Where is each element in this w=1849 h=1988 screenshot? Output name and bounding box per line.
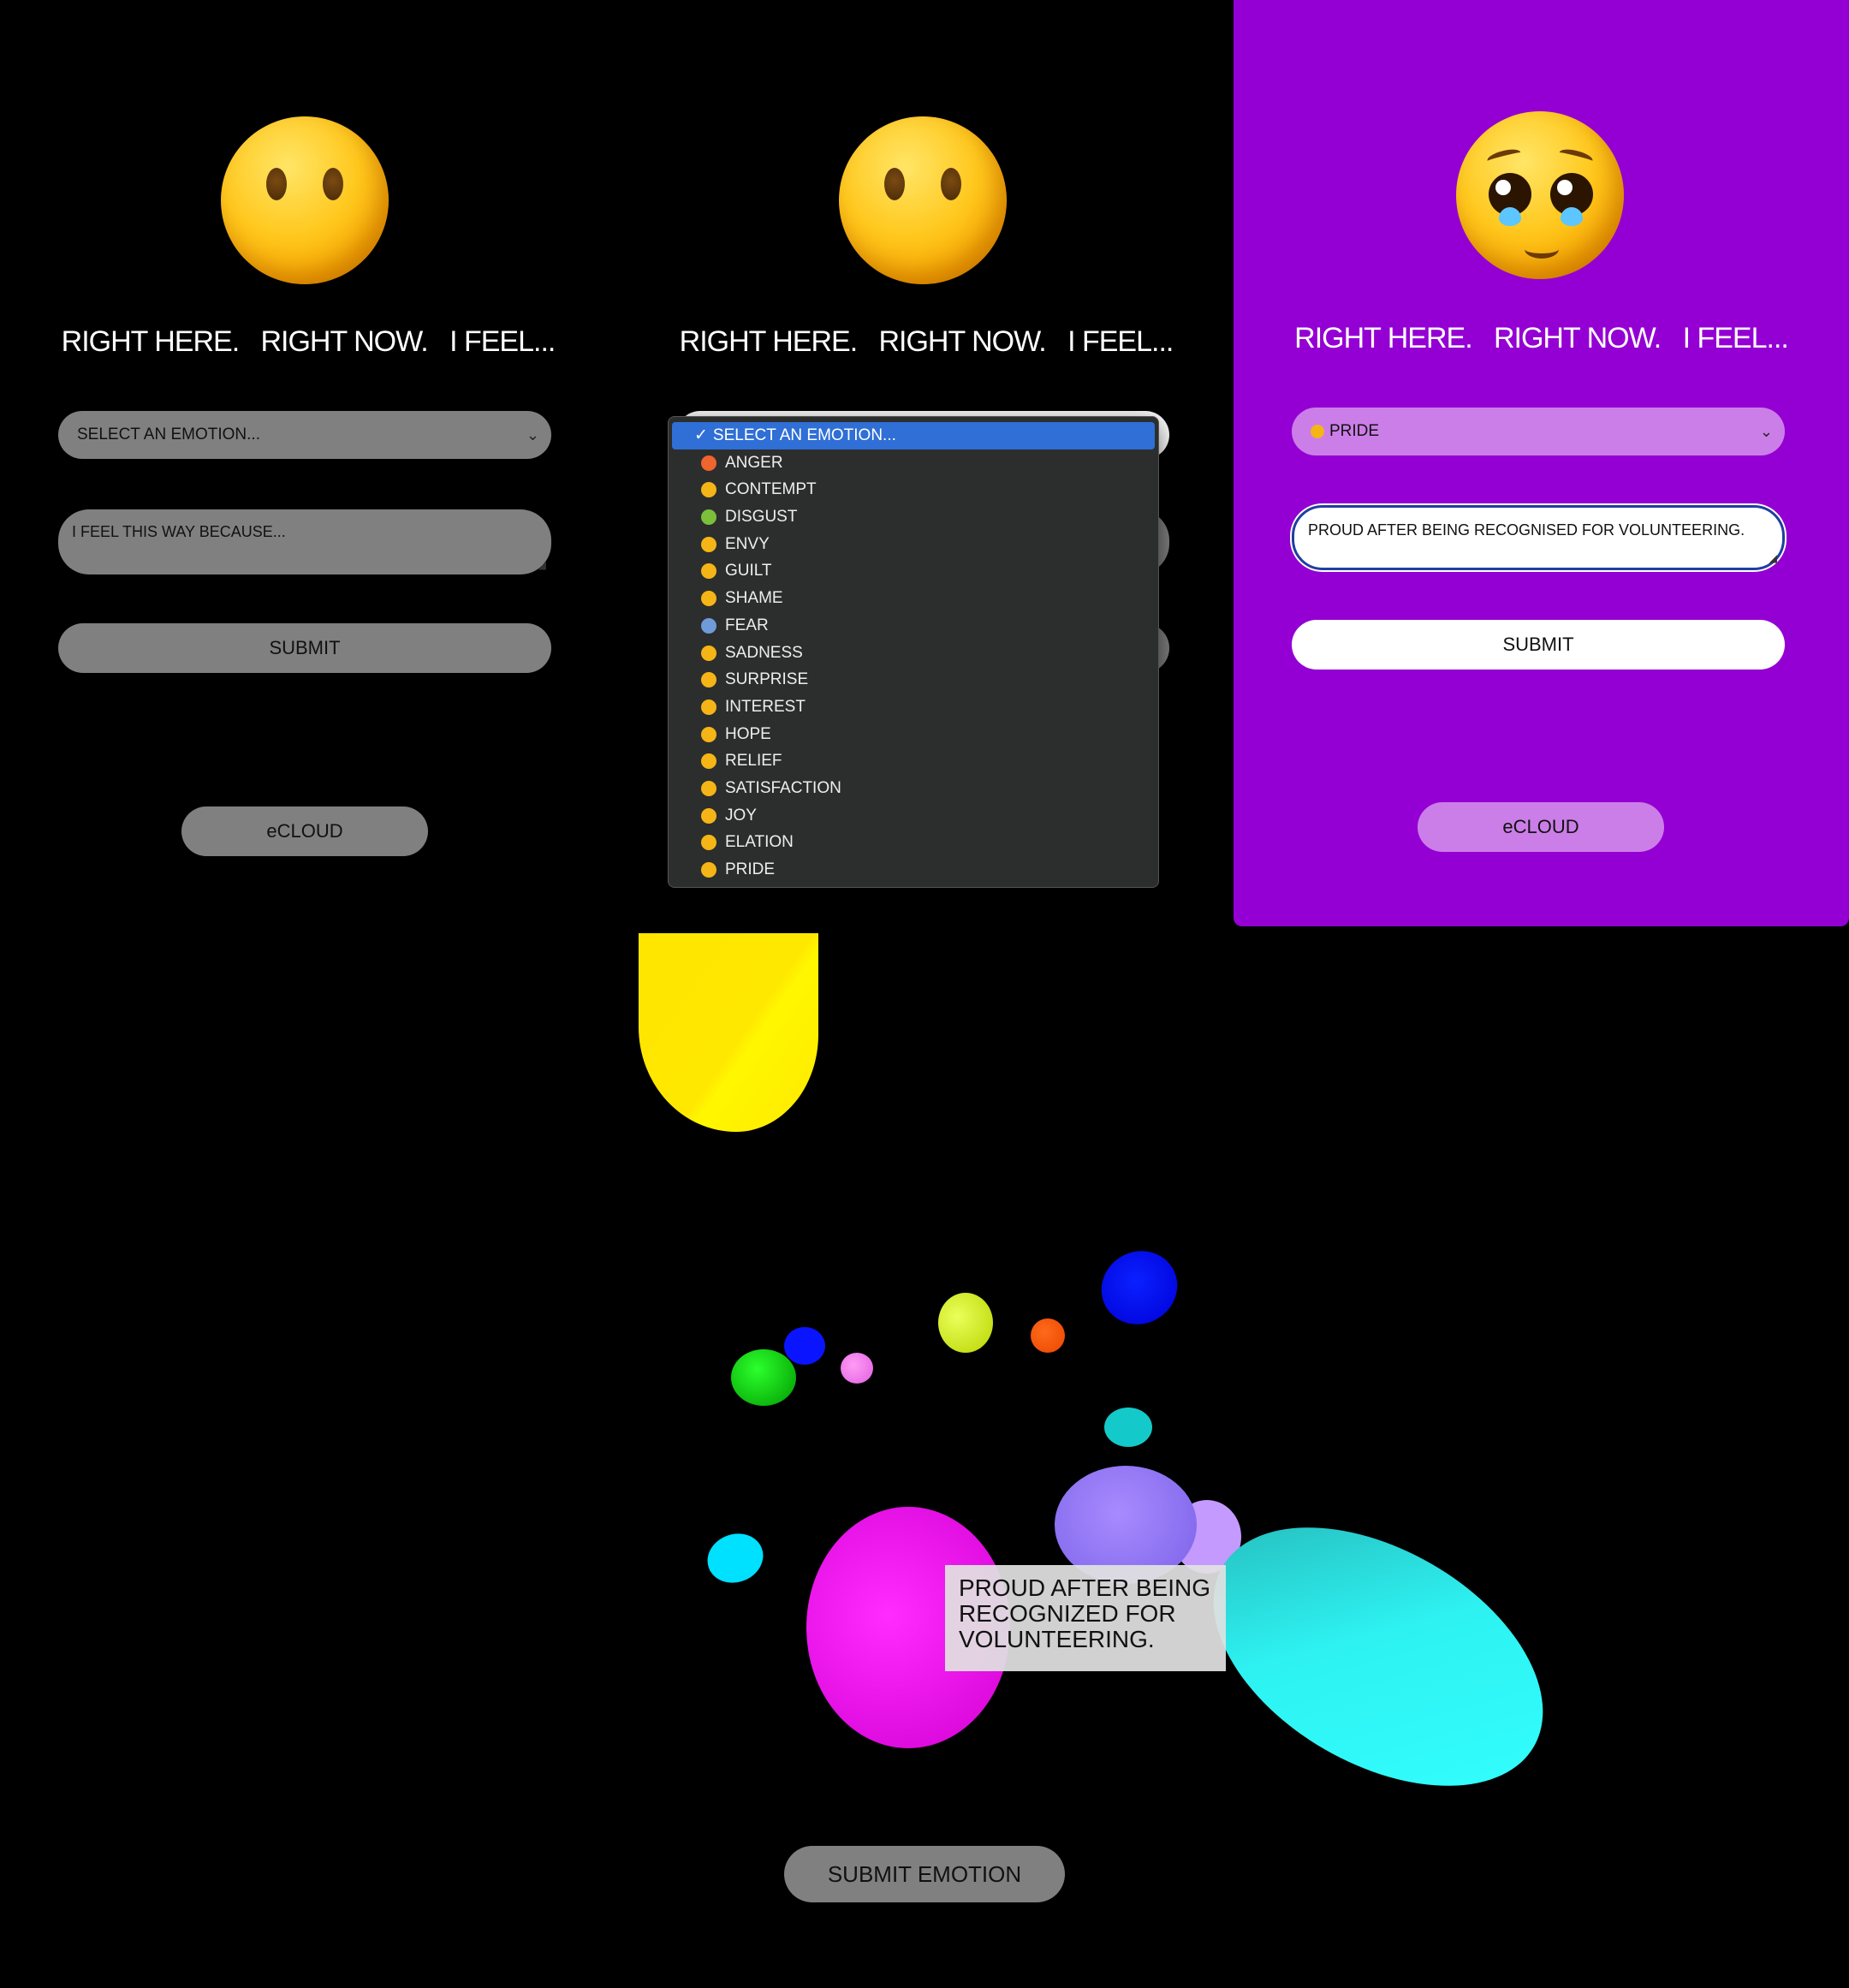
emotion-sphere-teal-small[interactable]: [1104, 1408, 1152, 1447]
flushed-face-icon: [701, 591, 716, 607]
reason-textarea[interactable]: I FEEL THIS WAY BECAUSE... ◢: [58, 509, 551, 574]
dropdown-option-interest[interactable]: INTEREST: [672, 693, 1155, 721]
eye-right: [941, 168, 961, 200]
emotion-sphere-orange[interactable]: [1031, 1318, 1065, 1353]
emotion-sphere-cyan-small[interactable]: [700, 1526, 770, 1591]
tear-left: [1499, 207, 1521, 226]
option-label: GUILT: [725, 562, 772, 580]
ecloud-button[interactable]: eCLOUD: [1418, 802, 1664, 852]
option-label: DISGUST: [725, 508, 798, 527]
emotion-select-placeholder: SELECT AN EMOTION...: [77, 426, 260, 443]
emotion-sphere-blue[interactable]: [1088, 1237, 1191, 1338]
option-label: ENVY: [725, 534, 770, 553]
dropdown-option-relief[interactable]: RELIEF: [672, 747, 1155, 775]
dropdown-option-shame[interactable]: SHAME: [672, 585, 1155, 612]
dropdown-option-envy[interactable]: ENVY: [672, 531, 1155, 558]
grimace-face-icon: [701, 536, 716, 552]
chevron-down-icon: ⌄: [526, 426, 539, 443]
brow-left: [1485, 146, 1523, 167]
dropdown-option-pride[interactable]: PRIDE: [672, 856, 1155, 884]
option-label: SHAME: [725, 589, 783, 608]
dropdown-option-disgust[interactable]: DISGUST: [672, 503, 1155, 531]
neutral-face-icon: [839, 116, 1007, 284]
submit-button[interactable]: SUBMIT: [58, 623, 551, 673]
page-heading: RIGHT HERE. RIGHT NOW. I FEEL...: [61, 325, 556, 358]
pleading-face-icon: [1456, 111, 1624, 279]
eye-left: [884, 168, 905, 200]
option-label: CONTEMPT: [725, 480, 817, 499]
dropdown-option-anger[interactable]: ANGER: [672, 449, 1155, 477]
resize-handle-icon[interactable]: ◢: [538, 559, 546, 571]
emotion-select[interactable]: PRIDE ⌄: [1292, 408, 1785, 455]
brow-right: [1557, 146, 1595, 167]
emotion-form-filled: RIGHT HERE. RIGHT NOW. I FEEL... PRIDE ⌄…: [1234, 0, 1849, 926]
emotion-sphere-yellow[interactable]: [639, 933, 818, 1132]
emotion-sphere-lime[interactable]: [938, 1293, 993, 1353]
tear-right: [1561, 207, 1583, 226]
emotion-sphere-pink[interactable]: [841, 1353, 873, 1384]
option-label: HOPE: [725, 724, 771, 743]
eye-right: [323, 168, 343, 200]
neutral-face-icon: [221, 116, 389, 284]
chevron-down-icon: ⌄: [1759, 423, 1773, 440]
thinking-face-icon: [701, 699, 716, 715]
angry-face-icon: [701, 455, 716, 471]
dropdown-option-guilt[interactable]: GUILT: [672, 557, 1155, 585]
option-label: RELIEF: [725, 752, 782, 771]
option-label: FEAR: [725, 616, 769, 634]
dropdown-option-fear[interactable]: FEAR: [672, 612, 1155, 640]
dropdown-option-joy[interactable]: JOY: [672, 802, 1155, 830]
submit-button[interactable]: SUBMIT: [1292, 620, 1785, 670]
unamused-face-icon: [701, 482, 716, 498]
page-heading: RIGHT HERE. RIGHT NOW. I FEEL...: [1294, 322, 1789, 354]
option-label: ANGER: [725, 453, 783, 472]
grinning-face-icon: [701, 807, 716, 824]
dropdown-option-surprise[interactable]: SURPRISE: [672, 666, 1155, 693]
option-label: SELECT AN EMOTION...: [712, 426, 896, 444]
reason-textarea[interactable]: PROUD AFTER BEING RECOGNISED FOR VOLUNTE…: [1292, 505, 1785, 570]
emotion-form-default: RIGHT HERE. RIGHT NOW. I FEEL... SELECT …: [0, 0, 616, 926]
option-label: JOY: [725, 806, 757, 824]
pleading-face-icon: [701, 862, 716, 878]
option-label: SADNESS: [725, 643, 803, 662]
eye-left: [266, 168, 287, 200]
blush-face-icon: [701, 780, 716, 796]
submit-emotion-button[interactable]: SUBMIT EMOTION: [784, 1846, 1065, 1902]
relieved-face-icon: [701, 753, 716, 770]
dropdown-option-placeholder[interactable]: ✓ SELECT AN EMOTION...: [672, 422, 1155, 449]
dropdown-option-elation[interactable]: ELATION: [672, 829, 1155, 856]
astonished-face-icon: [701, 672, 716, 688]
mouth: [1525, 240, 1559, 259]
smiling-face-icon: [701, 726, 716, 742]
dropdown-option-contempt[interactable]: CONTEMPT: [672, 476, 1155, 503]
option-label: SATISFACTION: [725, 778, 841, 797]
pleading-face-icon: [1311, 424, 1324, 438]
smiling-eyes-face-icon: [701, 835, 716, 851]
page-heading: RIGHT HERE. RIGHT NOW. I FEEL...: [679, 325, 1174, 358]
ecloud-button[interactable]: eCLOUD: [181, 807, 428, 856]
emotion-sphere-darkblue[interactable]: [784, 1327, 825, 1365]
option-label: ELATION: [725, 833, 794, 852]
emotion-tooltip: PROUD AFTER BEING RECOGNIZED FOR VOLUNTE…: [945, 1565, 1226, 1671]
dropdown-option-sadness[interactable]: SADNESS: [672, 640, 1155, 667]
emotion-dropdown-list[interactable]: ✓ SELECT AN EMOTION... ANGER CONTEMPT DIS…: [668, 416, 1159, 888]
dropdown-option-satisfaction[interactable]: SATISFACTION: [672, 775, 1155, 802]
crying-face-icon: [701, 645, 716, 661]
worried-face-icon: [701, 563, 716, 580]
dropdown-option-hope[interactable]: HOPE: [672, 721, 1155, 748]
fearful-face-icon: [701, 617, 716, 634]
nauseated-face-icon: [701, 509, 716, 526]
option-label: INTEREST: [725, 697, 806, 716]
option-label: SURPRISE: [725, 670, 809, 689]
option-label: PRIDE: [725, 860, 776, 878]
emotion-select[interactable]: SELECT AN EMOTION... ⌄: [58, 411, 551, 459]
reason-value: PROUD AFTER BEING RECOGNISED FOR VOLUNTE…: [1308, 521, 1745, 539]
selected-emotion: PRIDE: [1329, 422, 1380, 440]
reason-placeholder: I FEEL THIS WAY BECAUSE...: [72, 523, 286, 540]
emotion-sphere-green[interactable]: [731, 1349, 796, 1406]
resize-handle-icon[interactable]: ◢: [1769, 552, 1777, 564]
checkmark-icon: ✓: [694, 426, 708, 444]
